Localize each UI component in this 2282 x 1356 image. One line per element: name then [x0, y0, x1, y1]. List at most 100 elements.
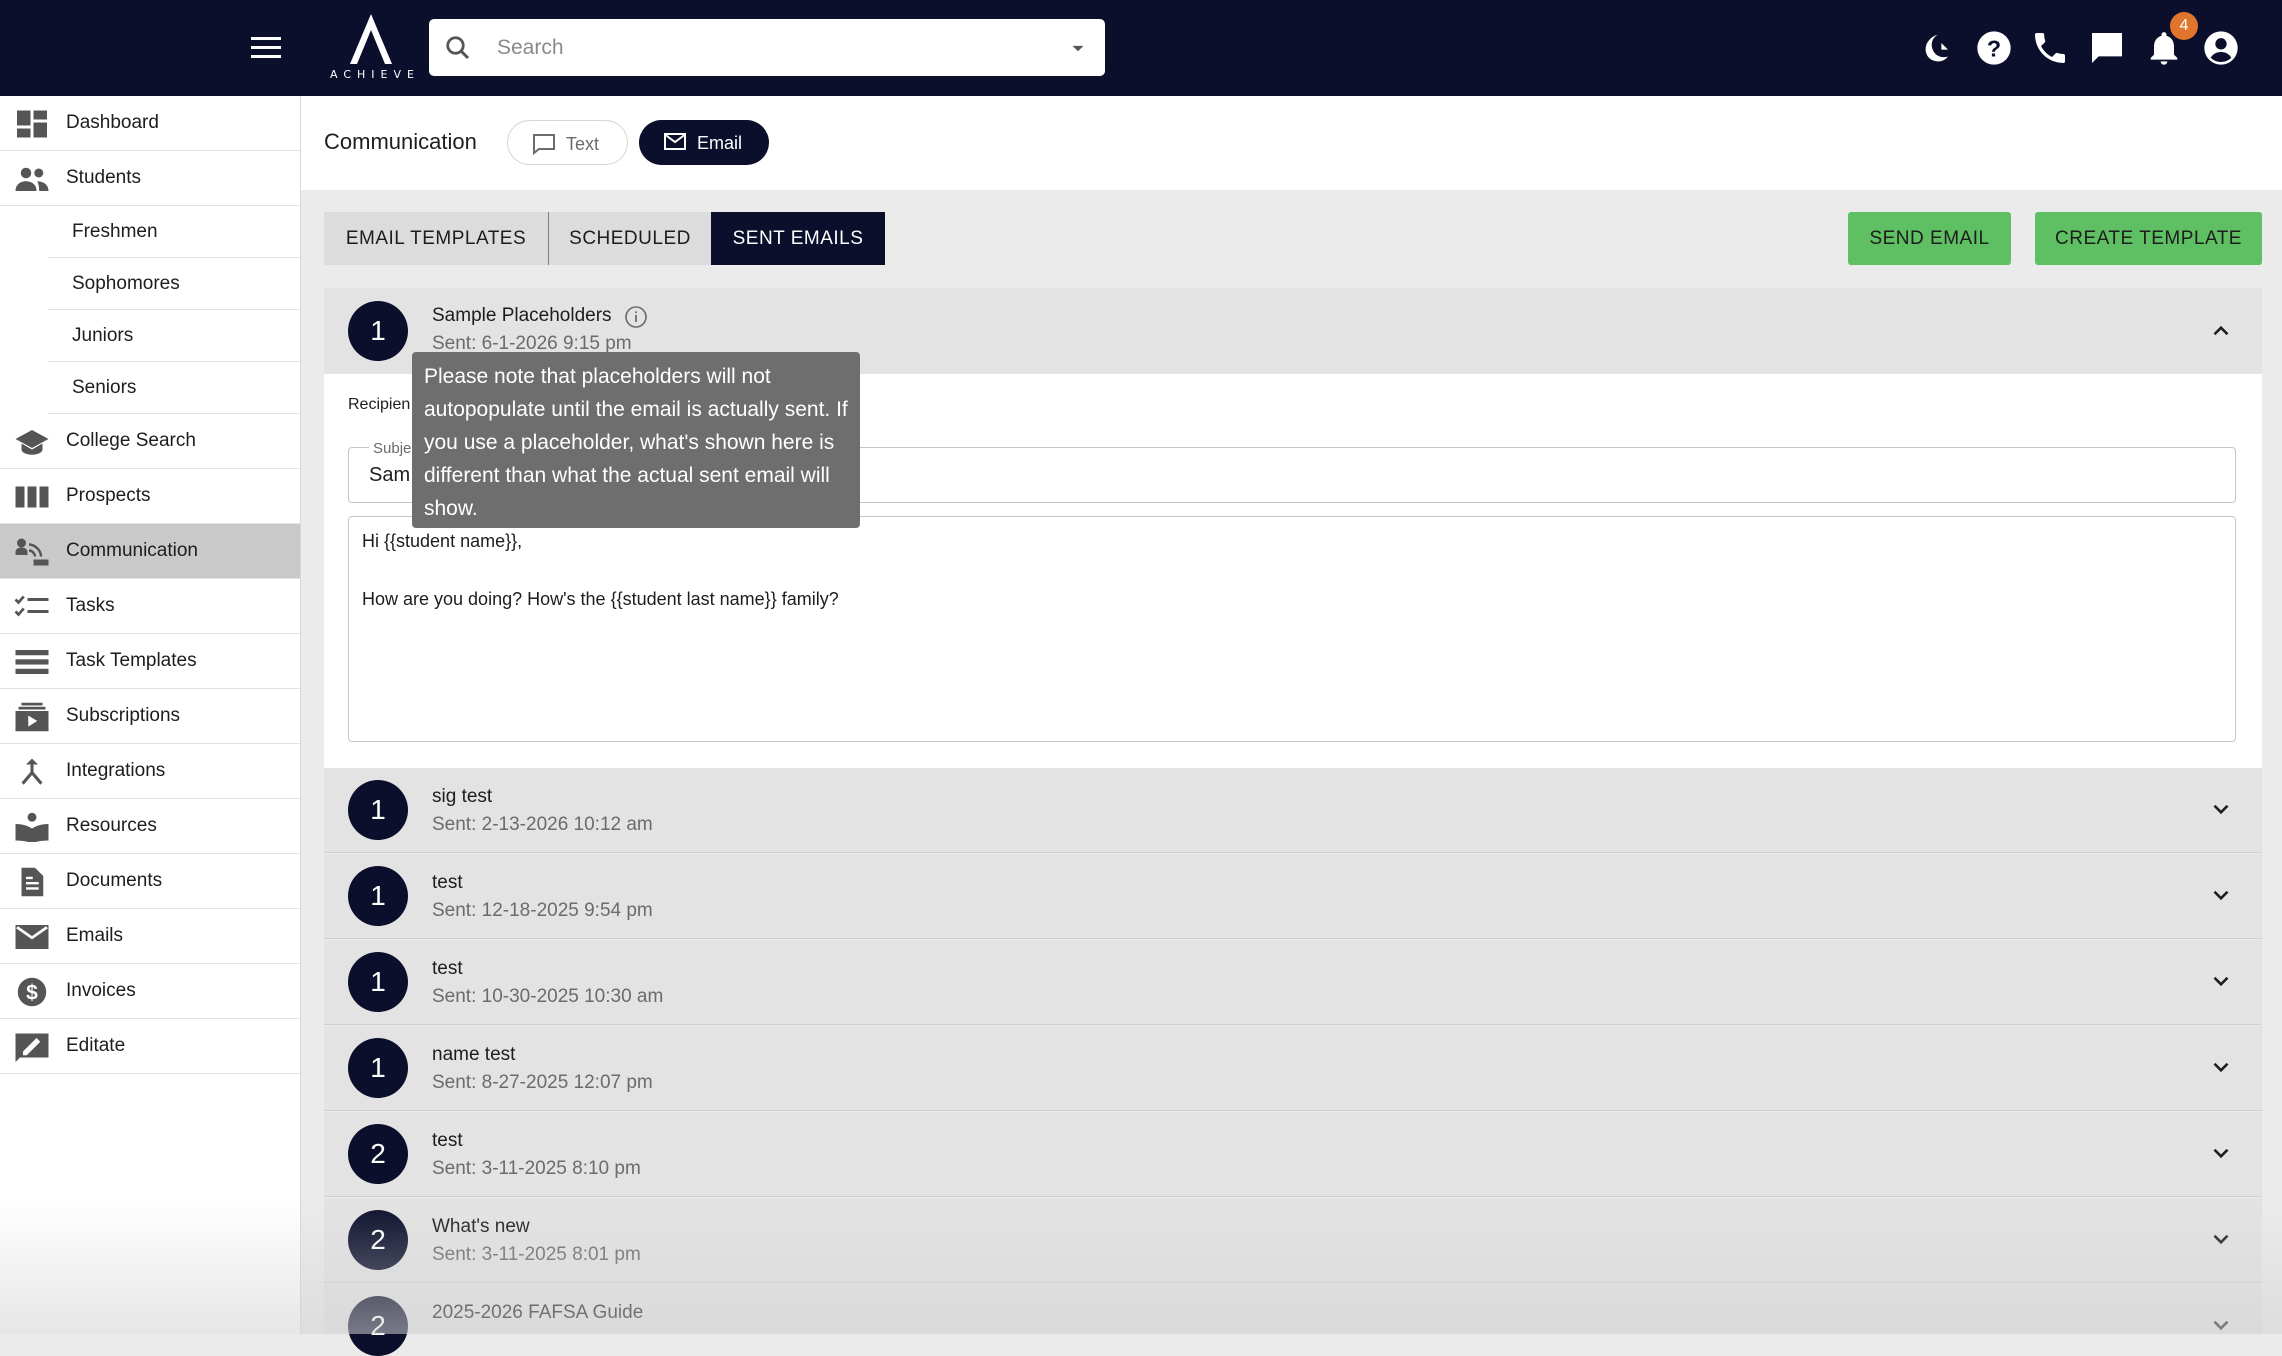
dropdown-arrow-icon[interactable] [1065, 35, 1091, 61]
search-icon [443, 33, 473, 63]
chevron-down-icon[interactable] [2208, 1312, 2234, 1338]
achieve-logo[interactable]: ACHIEVE [330, 12, 420, 84]
sidebar-item-freshmen[interactable]: Freshmen [48, 206, 300, 258]
sidebar-item-seniors[interactable]: Seniors [48, 362, 300, 414]
search-bar[interactable] [429, 19, 1105, 76]
svg-text:$: $ [26, 982, 38, 1005]
email-sent-date: Sent: 3-11-2025 8:01 pm [432, 1244, 641, 1265]
email-title: test [432, 1130, 463, 1151]
tab-email-templates[interactable]: EMAIL TEMPLATES [324, 212, 549, 265]
sidebar-item-prospects[interactable]: Prospects [0, 469, 300, 524]
sidebar-item-label: Resources [66, 815, 157, 836]
chevron-down-icon[interactable] [2208, 882, 2234, 908]
placeholder-tooltip: Please note that placeholders will not a… [412, 352, 860, 528]
email-sent-date: Sent: 8-27-2025 12:07 pm [432, 1072, 653, 1093]
email-mode-label: Email [697, 133, 743, 153]
chevron-down-icon[interactable] [2208, 796, 2234, 822]
chevron-down-icon[interactable] [2208, 1140, 2234, 1166]
account-icon[interactable] [2201, 28, 2241, 68]
sidebar-item-label: Integrations [66, 760, 166, 781]
chat-icon[interactable] [2087, 28, 2127, 68]
sidebar-item-label: Dashboard [66, 112, 159, 133]
sidebar-item-resources[interactable]: Resources [0, 799, 300, 854]
text-mode-button[interactable]: Text [507, 120, 628, 165]
sidebar-item-label: Editate [66, 1035, 126, 1056]
sidebar-item-communication[interactable]: Communication [0, 524, 300, 579]
graduation-cap-icon [14, 427, 50, 457]
sent-email-row[interactable]: 2 test Sent: 3-11-2025 8:10 pm [324, 1112, 2262, 1197]
tab-scheduled[interactable]: SCHEDULED [549, 212, 711, 265]
list-icon [14, 647, 50, 677]
sidebar-item-emails[interactable]: Emails [0, 909, 300, 964]
chevron-down-icon[interactable] [2208, 1054, 2234, 1080]
sidebar-item-dashboard[interactable]: Dashboard [0, 96, 300, 151]
search-input[interactable] [495, 27, 1019, 69]
sidebar-item-label: Prospects [66, 485, 151, 506]
sidebar-item-task-templates[interactable]: Task Templates [0, 634, 300, 689]
recipient-count-badge: 1 [348, 866, 408, 926]
svg-text:?: ? [1987, 35, 2001, 61]
sent-email-row[interactable]: 1 test Sent: 12-18-2025 9:54 pm [324, 854, 2262, 939]
book-reader-icon [14, 812, 50, 842]
sidebar-item-label: Freshmen [72, 221, 158, 242]
email-body-field[interactable]: Hi {{student name}}, How are you doing? … [348, 516, 2236, 742]
chevron-down-icon[interactable] [2208, 1226, 2234, 1252]
sidebar-item-students[interactable]: Students [0, 151, 300, 206]
email-sent-date: Sent: 2-13-2026 10:12 am [432, 814, 653, 835]
logo-wordmark: ACHIEVE [330, 68, 420, 81]
email-title: sig test [432, 786, 493, 807]
email-title: name test [432, 1044, 516, 1065]
sent-email-row[interactable]: 1 name test Sent: 8-27-2025 12:07 pm [324, 1026, 2262, 1111]
email-body-line: Hi {{student name}}, [362, 531, 523, 551]
columns-icon [14, 482, 50, 512]
sidebar: Dashboard Students Freshmen Sophomores J… [0, 96, 301, 1334]
chevron-up-icon[interactable] [2208, 318, 2234, 344]
sent-email-row[interactable]: 2 2025-2026 FAFSA Guide [324, 1284, 2262, 1356]
dashboard-icon [14, 109, 50, 139]
sidebar-item-juniors[interactable]: Juniors [48, 310, 300, 362]
tab-sent-emails[interactable]: SENT EMAILS [711, 212, 885, 265]
sidebar-item-label: Subscriptions [66, 705, 181, 726]
sidebar-item-tasks[interactable]: Tasks [0, 579, 300, 634]
merge-icon [14, 757, 50, 787]
info-icon[interactable] [624, 305, 648, 329]
recipient-count-badge: 2 [348, 1296, 408, 1356]
phone-icon[interactable] [2030, 28, 2070, 68]
sent-email-row[interactable]: 1 sig test Sent: 2-13-2026 10:12 am [324, 768, 2262, 853]
sidebar-item-documents[interactable]: Documents [0, 854, 300, 909]
dark-mode-icon[interactable] [1918, 28, 1958, 68]
sidebar-item-label: Task Templates [66, 650, 197, 671]
email-title: Sample Placeholders [432, 305, 612, 326]
sidebar-item-label: Juniors [72, 325, 134, 346]
email-sent-date: Sent: 3-11-2025 8:10 pm [432, 1158, 641, 1179]
sidebar-item-label: Tasks [66, 595, 115, 616]
dollar-icon: $ [14, 977, 50, 1007]
communication-icon [14, 537, 50, 567]
email-mode-button[interactable]: Email [639, 120, 769, 165]
menu-icon[interactable] [247, 30, 285, 66]
sidebar-item-label: Documents [66, 870, 163, 891]
sidebar-item-sophomores[interactable]: Sophomores [48, 258, 300, 310]
create-template-button[interactable]: CREATE TEMPLATE [2035, 212, 2262, 265]
checklist-icon [14, 592, 50, 622]
email-title: test [432, 958, 463, 979]
subject-value: Sam [369, 464, 411, 486]
communication-header: Communication Text Email [301, 96, 2282, 190]
sidebar-item-subscriptions[interactable]: Subscriptions [0, 689, 300, 744]
subject-label: Subje [369, 440, 416, 457]
sidebar-item-college-search[interactable]: College Search [0, 414, 300, 469]
sidebar-item-integrations[interactable]: Integrations [0, 744, 300, 799]
recipient-count-badge: 1 [348, 1038, 408, 1098]
chevron-down-icon[interactable] [2208, 968, 2234, 994]
email-sent-date: Sent: 10-30-2025 10:30 am [432, 986, 664, 1007]
send-email-button[interactable]: SEND EMAIL [1848, 212, 2011, 265]
chat-bubble-icon [532, 133, 556, 155]
mail-icon [14, 922, 50, 952]
email-title: 2025-2026 FAFSA Guide [432, 1302, 644, 1323]
sidebar-item-invoices[interactable]: $ Invoices [0, 964, 300, 1019]
sent-email-row[interactable]: 1 test Sent: 10-30-2025 10:30 am [324, 940, 2262, 1025]
sent-email-row[interactable]: 2 What's new Sent: 3-11-2025 8:01 pm [324, 1198, 2262, 1283]
email-body-line: How are you doing? How's the {{student l… [362, 589, 839, 609]
help-icon[interactable]: ? [1974, 28, 2014, 68]
sidebar-item-editate[interactable]: Editate [0, 1019, 300, 1074]
